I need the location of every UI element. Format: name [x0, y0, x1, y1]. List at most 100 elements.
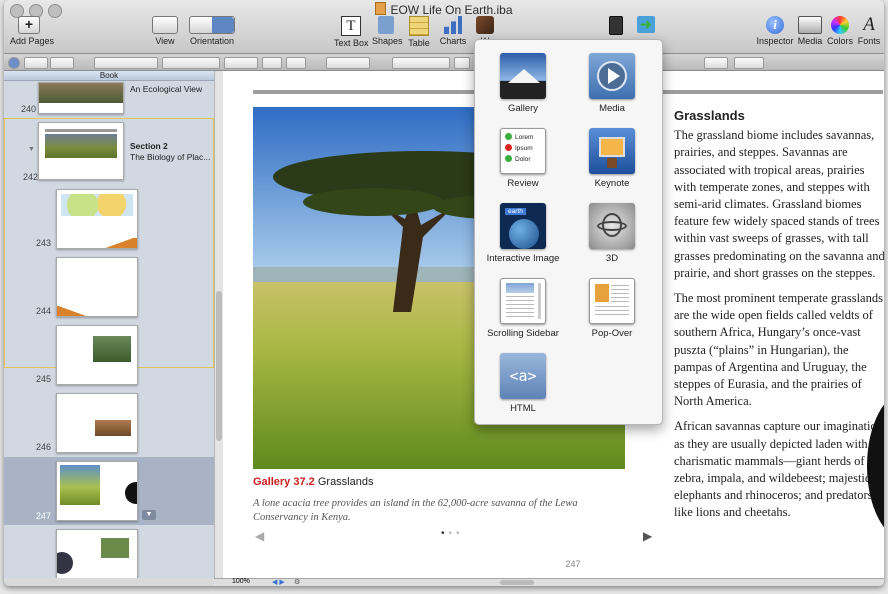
- table-button[interactable]: Table: [406, 16, 432, 48]
- publish-button[interactable]: ➜: [634, 16, 658, 35]
- page-menu-button[interactable]: ▼: [142, 510, 156, 520]
- review-icon: Lorem Ipsum Dolor: [500, 128, 546, 174]
- text-color-well[interactable]: [262, 57, 282, 69]
- font-family-popup[interactable]: [94, 57, 158, 69]
- interactive-image-icon: earth: [500, 203, 546, 249]
- paragraph-style-popup[interactable]: [24, 57, 48, 69]
- article-paragraph: African savannas capture our imagination…: [674, 419, 884, 520]
- gallery-caption-title: Gallery 37.2 Grasslands: [253, 476, 373, 488]
- charts-button[interactable]: Charts: [438, 16, 468, 46]
- article-heading: Grasslands: [674, 108, 745, 123]
- fonts-button[interactable]: A Fonts: [856, 14, 882, 46]
- widget-html[interactable]: <a> HTML: [478, 353, 568, 414]
- text-box-button[interactable]: T Text Box: [334, 16, 369, 48]
- widget-keynote[interactable]: Keynote: [567, 128, 657, 189]
- alignment-group[interactable]: [392, 57, 450, 69]
- action-gear-icon[interactable]: ⚙: [294, 578, 300, 586]
- inspector-button[interactable]: i Inspector: [756, 16, 794, 46]
- horizontal-scroll-knob[interactable]: [500, 580, 534, 585]
- fonts-icon: A: [863, 14, 875, 35]
- page-number: 246: [35, 442, 51, 452]
- media-button[interactable]: Media: [796, 16, 824, 46]
- page-thumbnail-243[interactable]: [56, 189, 138, 249]
- page-number-footer: 247: [565, 559, 581, 569]
- window-title: EOW Life On Earth.iba: [4, 2, 884, 17]
- sidebar-scroll-knob[interactable]: [216, 291, 222, 441]
- widgets-popover: Gallery Media Lorem Ipsum Dolor Review K…: [474, 39, 663, 425]
- device-icon: [609, 16, 623, 35]
- page-nav-icon[interactable]: ◀ ▶: [272, 578, 285, 586]
- format-bar: [4, 54, 884, 71]
- device-preview-button[interactable]: [606, 16, 626, 37]
- view-icon: [152, 16, 178, 34]
- bold-italic-underline-group[interactable]: [326, 57, 370, 69]
- sidebar-scrollbar[interactable]: [214, 71, 223, 578]
- next-arrow-icon[interactable]: ▶: [643, 529, 652, 543]
- document-icon: [375, 2, 387, 15]
- info-icon: i: [766, 16, 784, 34]
- text-box-icon: T: [341, 16, 361, 36]
- article-paragraph: The most prominent temperate grasslands …: [674, 291, 883, 409]
- view-button[interactable]: View: [150, 16, 180, 46]
- page-thumbnail-240[interactable]: [38, 82, 124, 114]
- article-paragraph: The grassland biome includes savannas, p…: [674, 128, 884, 280]
- list-style-popup[interactable]: [50, 57, 74, 69]
- gallery-caption-text: A lone acacia tree provides an island in…: [253, 498, 578, 523]
- page-number: 245: [35, 374, 51, 384]
- page-thumbnail-244[interactable]: [56, 257, 138, 317]
- widget-review[interactable]: Lorem Ipsum Dolor Review: [478, 128, 568, 189]
- colors-button[interactable]: Colors: [826, 16, 854, 46]
- columns-stepper[interactable]: [704, 57, 728, 69]
- page-thumbnail-248[interactable]: [56, 529, 138, 578]
- orientation-control[interactable]: Orientation: [188, 16, 236, 46]
- add-pages-button[interactable]: + Add Pages: [10, 16, 54, 46]
- widget-gallery[interactable]: Gallery: [478, 53, 568, 114]
- widget-3d[interactable]: 3D: [567, 203, 657, 264]
- publish-icon: ➜: [637, 16, 655, 33]
- widget-media[interactable]: Media: [567, 53, 657, 114]
- typeface-popup[interactable]: [162, 57, 220, 69]
- article-text[interactable]: Grasslands The grassland biome includes …: [674, 107, 884, 530]
- page-thumbnail-247[interactable]: [56, 461, 138, 521]
- gallery-icon: [500, 53, 546, 99]
- page-thumbnail-242[interactable]: [38, 122, 124, 180]
- media-browser-icon: [798, 16, 822, 34]
- gallery-title: Grasslands: [317, 476, 374, 488]
- previous-arrow-icon[interactable]: ◀: [255, 529, 264, 543]
- page-number: 244: [35, 306, 51, 316]
- widget-pop-over[interactable]: Pop-Over: [567, 278, 657, 339]
- style-drawer-button[interactable]: [8, 57, 20, 69]
- page-number: 243: [35, 238, 51, 248]
- gallery-page-dots[interactable]: •••: [441, 528, 464, 539]
- page-thumbnail-245[interactable]: [56, 325, 138, 385]
- font-size-field[interactable]: [224, 57, 258, 69]
- scrolling-sidebar-icon: [500, 278, 546, 324]
- add-pages-icon: +: [18, 16, 40, 34]
- shapes-button[interactable]: Shapes: [372, 16, 403, 46]
- book-sidebar: Book An Ecological View 240 ▼ Section 2 …: [4, 71, 214, 578]
- sidebar-header: Book: [4, 71, 214, 81]
- pop-over-icon: [589, 278, 635, 324]
- widget-scrolling-sidebar[interactable]: Scrolling Sidebar: [478, 278, 568, 339]
- widgets-icon: [476, 16, 494, 34]
- page-number: 247: [35, 511, 51, 521]
- bottom-bar: 100% ◀ ▶ ⚙: [214, 578, 884, 586]
- section-subtitle: The Biology of Plac...: [130, 152, 211, 162]
- toolbar: EOW Life On Earth.iba + Add Pages View O…: [4, 0, 884, 54]
- disclosure-triangle-icon[interactable]: ▼: [28, 146, 35, 153]
- html-icon: <a>: [500, 353, 546, 399]
- page-thumbnail-246[interactable]: [56, 393, 138, 453]
- orientation-icon: [189, 16, 235, 34]
- list-popup[interactable]: [734, 57, 764, 69]
- page-number: 242: [22, 172, 38, 182]
- 3d-icon: [589, 203, 635, 249]
- media-icon: [589, 53, 635, 99]
- section-title: Section 2: [130, 141, 168, 151]
- section-subtitle: An Ecological View: [130, 84, 203, 94]
- line-spacing-popup[interactable]: [454, 57, 470, 69]
- shapes-icon: [378, 16, 394, 34]
- widget-interactive-image[interactable]: earth Interactive Image: [478, 203, 568, 264]
- zoom-popup[interactable]: 100%: [232, 578, 250, 585]
- background-color-well[interactable]: [286, 57, 306, 69]
- page-number: 240: [20, 104, 36, 114]
